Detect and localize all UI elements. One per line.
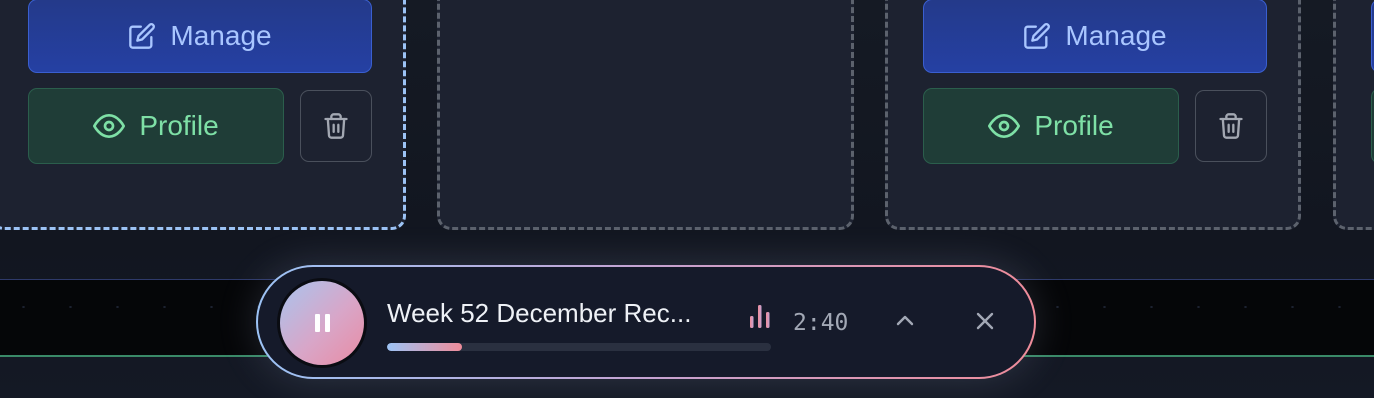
eye-icon (988, 110, 1021, 142)
pause-button[interactable] (280, 281, 364, 365)
manage-button[interactable]: Manage (28, 0, 372, 73)
pause-icon (312, 314, 332, 332)
empty-card (437, 0, 854, 230)
profile-label: Profile (1034, 110, 1114, 141)
delete-button[interactable] (1195, 90, 1267, 162)
manage-label: Manage (170, 20, 272, 51)
time-display: 2:40 (793, 310, 849, 336)
user-card-selected[interactable]: Manage Profile (0, 0, 406, 230)
edit-icon (128, 22, 156, 50)
profile-button[interactable]: Profile (923, 88, 1179, 164)
manage-button[interactable]: Manage (923, 0, 1267, 73)
profile-label: Profile (139, 110, 219, 141)
delete-button[interactable] (300, 90, 372, 162)
equalizer-icon (750, 305, 770, 328)
track-title: Week 52 December Rec... (387, 298, 692, 328)
edit-icon (1023, 22, 1051, 50)
mini-player: Week 52 December Rec... 2:40 (256, 265, 1036, 379)
app-canvas: Manage Profile Manage Profile Week 52 De… (0, 0, 1374, 398)
user-card[interactable]: Manage Profile (885, 0, 1301, 230)
profile-button[interactable]: Profile (28, 88, 284, 164)
close-icon (973, 309, 997, 338)
progress-fill (387, 343, 462, 351)
user-card[interactable] (1333, 0, 1374, 230)
trash-icon (322, 111, 350, 141)
close-button[interactable] (965, 303, 1005, 343)
progress-bar[interactable] (387, 343, 771, 351)
chevron-up-icon (893, 309, 917, 338)
manage-label: Manage (1065, 20, 1167, 51)
expand-button[interactable] (885, 303, 925, 343)
trash-icon (1217, 111, 1245, 141)
eye-icon (93, 110, 126, 142)
